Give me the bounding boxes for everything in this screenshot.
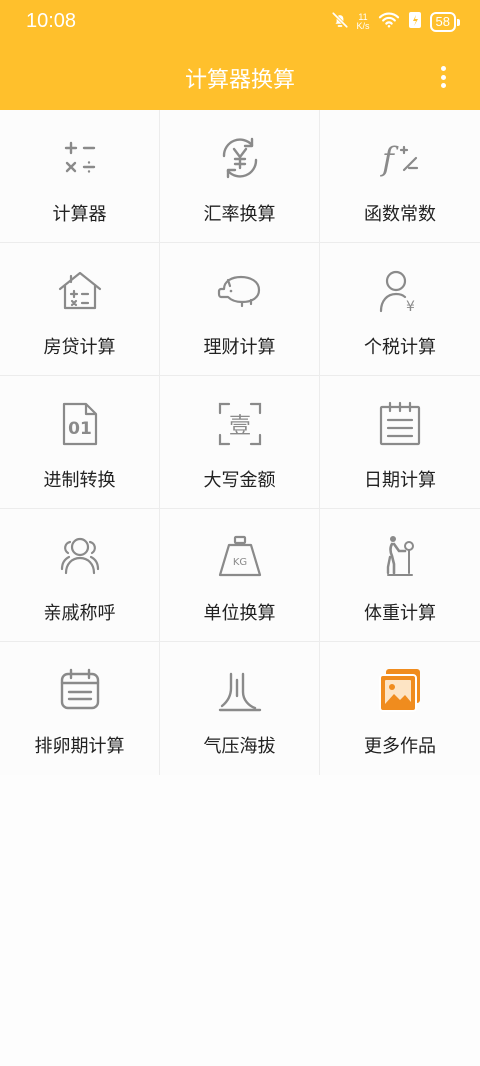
tool-item-label: 气压海拔 [203,736,276,757]
kg-weight-icon: KG [216,533,264,581]
tool-item-income-tax[interactable]: ¥ 个税计算 [320,243,480,376]
yen-symbol: ¥ [406,299,415,315]
tool-item-label: 理财计算 [203,337,276,358]
more-vertical-icon[interactable] [436,64,450,90]
currency-exchange-icon [216,134,264,182]
tool-item-label: 日期计算 [364,470,436,491]
binary-file-icon: 01 [56,400,104,448]
relatives-group-icon [56,533,104,581]
tool-item-weight-calc[interactable]: 体重计算 [320,509,480,642]
calendar-list-icon [56,666,104,714]
tool-item-function-constants[interactable]: f 函数常数 [320,110,480,243]
status-bar: 10:08 11 K/s 58 [0,0,480,44]
wifi-icon [378,11,400,33]
network-speed: 11 K/s [357,13,370,31]
tool-item-label: 进制转换 [43,470,116,491]
piggy-bank-icon [216,267,264,315]
network-speed-unit: K/s [356,21,370,31]
tool-item-label: 大写金额 [203,470,276,491]
tool-item-label: 单位换算 [203,603,276,624]
tool-item-base-conversion[interactable]: 01 进制转换 [0,376,160,509]
app-bar: 计算器换算 [0,44,480,110]
page-title: 计算器换算 [184,68,295,93]
pressure-altitude-icon [216,666,264,714]
tool-item-ovulation[interactable]: 排卵期计算 [0,642,160,775]
weight-unit: KG [233,557,247,568]
tool-item-label: 排卵期计算 [34,736,125,757]
tool-item-label: 函数常数 [364,204,436,225]
tool-item-date-calc[interactable]: 日期计算 [320,376,480,509]
tool-item-financial[interactable]: 理财计算 [160,243,320,376]
binary-digits: 01 [68,419,92,439]
tool-item-label: 计算器 [52,204,107,225]
tool-item-label: 汇率换算 [203,204,276,225]
calculator-icon [56,134,104,182]
tool-item-unit-conversion[interactable]: KG 单位换算 [160,509,320,642]
gallery-image-icon [376,666,424,714]
tool-item-label: 亲戚称呼 [43,603,116,624]
battery-level: 58 [429,12,456,32]
tool-item-pressure-altitude[interactable]: 气压海拔 [160,642,320,775]
tool-item-label: 体重计算 [364,603,436,624]
tool-item-label: 房贷计算 [43,337,116,358]
scan-character: 壹 [229,414,251,439]
house-calculator-icon [56,267,104,315]
tool-item-label: 更多作品 [364,736,436,757]
function-symbol: f [380,140,399,178]
battery-icon: 58 [429,12,460,32]
calendar-notes-icon [376,400,424,448]
bell-off-icon [331,11,349,33]
tool-item-more-works[interactable]: 更多作品 [320,642,480,775]
status-icons: 11 K/s 58 [331,9,460,35]
tool-item-calculator[interactable]: 计算器 [0,110,160,243]
scan-character-icon: 壹 [216,400,264,448]
tool-item-capital-amount[interactable]: 壹 大写金额 [160,376,320,509]
person-yen-icon: ¥ [376,267,424,315]
scale-person-icon [376,533,424,581]
battery-saver-icon [408,11,422,33]
tool-grid: 计算器 汇率换算 f 函数常数 房贷计算 理财计算 ¥ 个税计算 01 进制转换… [0,110,480,775]
function-icon: f [376,134,424,182]
status-time: 10:08 [26,10,77,32]
tool-item-currency-exchange[interactable]: 汇率换算 [160,110,320,243]
tool-item-relatives[interactable]: 亲戚称呼 [0,509,160,642]
tool-item-label: 个税计算 [364,337,436,358]
tool-item-mortgage[interactable]: 房贷计算 [0,243,160,376]
